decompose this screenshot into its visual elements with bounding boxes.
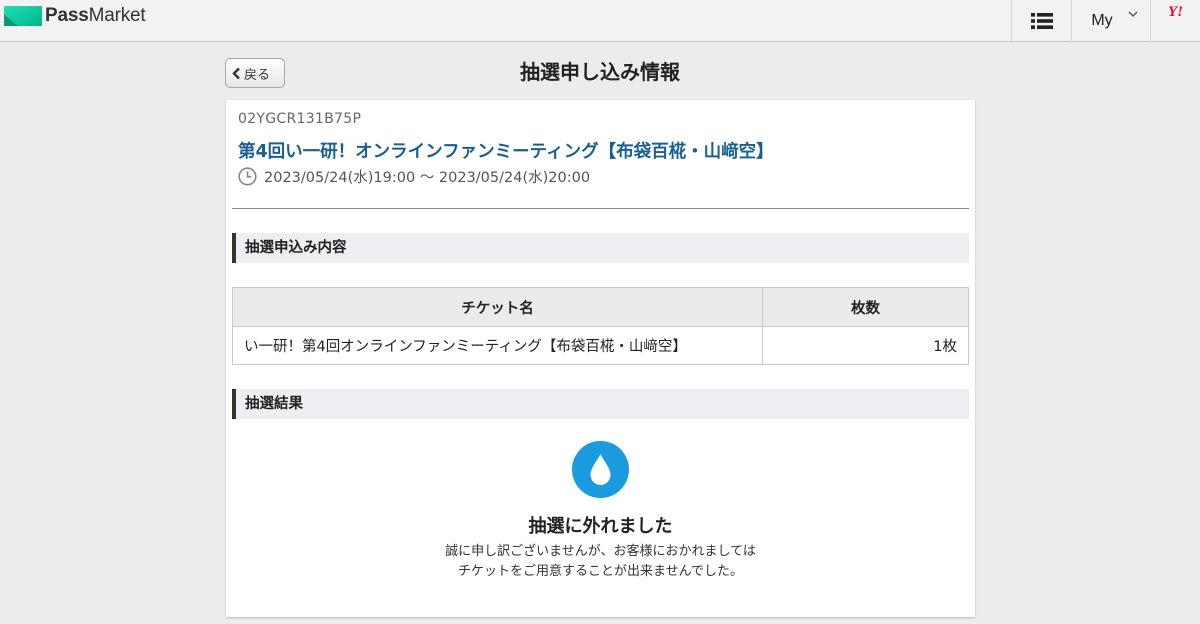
passmarket-logo-mark <box>4 6 42 26</box>
top-header: PassMarket My Y! <box>0 0 1200 42</box>
chevron-left-icon <box>232 67 240 79</box>
yahoo-japan-icon: Y! <box>1168 3 1183 20</box>
yahoo-japan-link[interactable]: Y! <box>1150 0 1200 42</box>
chevron-down-icon <box>1128 11 1138 17</box>
ticket-name-header: チケット名 <box>232 287 763 327</box>
lottery-info-card: 02YGCR131B75P 第4回い一研！オンラインファンミーティング【布袋百椛… <box>226 100 975 617</box>
result-message: 誠に申し訳ございませんが、お客様におかれましては チケットをご用意することが出来… <box>226 542 975 582</box>
water-drop-icon <box>572 441 629 498</box>
list-menu-icon <box>1030 13 1053 29</box>
result-section-heading: 抽選結果 <box>232 389 969 419</box>
page-title: 抽選申し込み情報 <box>520 60 680 84</box>
event-datetime-text: 2023/05/24(水)19:00 〜 2023/05/24(水)20:00 <box>264 170 591 186</box>
result-title: 抽選に外れました <box>528 516 673 537</box>
back-label: 戻る <box>244 67 271 83</box>
event-title-link[interactable]: 第4回い一研！オンラインファンミーティング【布袋百椛・山﨑空】 <box>238 138 963 163</box>
menu-button[interactable] <box>1011 0 1071 42</box>
quantity-cell: 1枚 <box>762 326 969 365</box>
table-header-row: チケット名 枚数 <box>232 287 969 327</box>
logo-text: PassMarket <box>45 5 146 26</box>
result-message-line-2: チケットをご用意することが出来ませんでした。 <box>458 564 743 579</box>
my-label: My <box>1091 12 1113 29</box>
event-code: 02YGCR131B75P <box>238 111 362 127</box>
divider <box>232 208 969 209</box>
result-message-line-1: 誠に申し訳ございませんが、お客様におかれましては <box>445 544 756 559</box>
passmarket-logo[interactable]: PassMarket <box>4 5 146 27</box>
back-button[interactable]: 戻る <box>225 58 285 88</box>
my-menu-button[interactable]: My <box>1071 0 1150 42</box>
quantity-header: 枚数 <box>762 287 969 327</box>
event-datetime: 2023/05/24(水)19:00 〜 2023/05/24(水)20:00 <box>238 166 590 187</box>
clock-icon <box>238 167 257 186</box>
table-row: い一研！第4回オンラインファンミーティング【布袋百椛・山﨑空】 1枚 <box>232 326 969 365</box>
ticket-table: チケット名 枚数 い一研！第4回オンラインファンミーティング【布袋百椛・山﨑空】… <box>232 287 969 365</box>
application-section-heading: 抽選申込み内容 <box>232 233 969 263</box>
ticket-name-cell: い一研！第4回オンラインファンミーティング【布袋百椛・山﨑空】 <box>232 326 763 365</box>
